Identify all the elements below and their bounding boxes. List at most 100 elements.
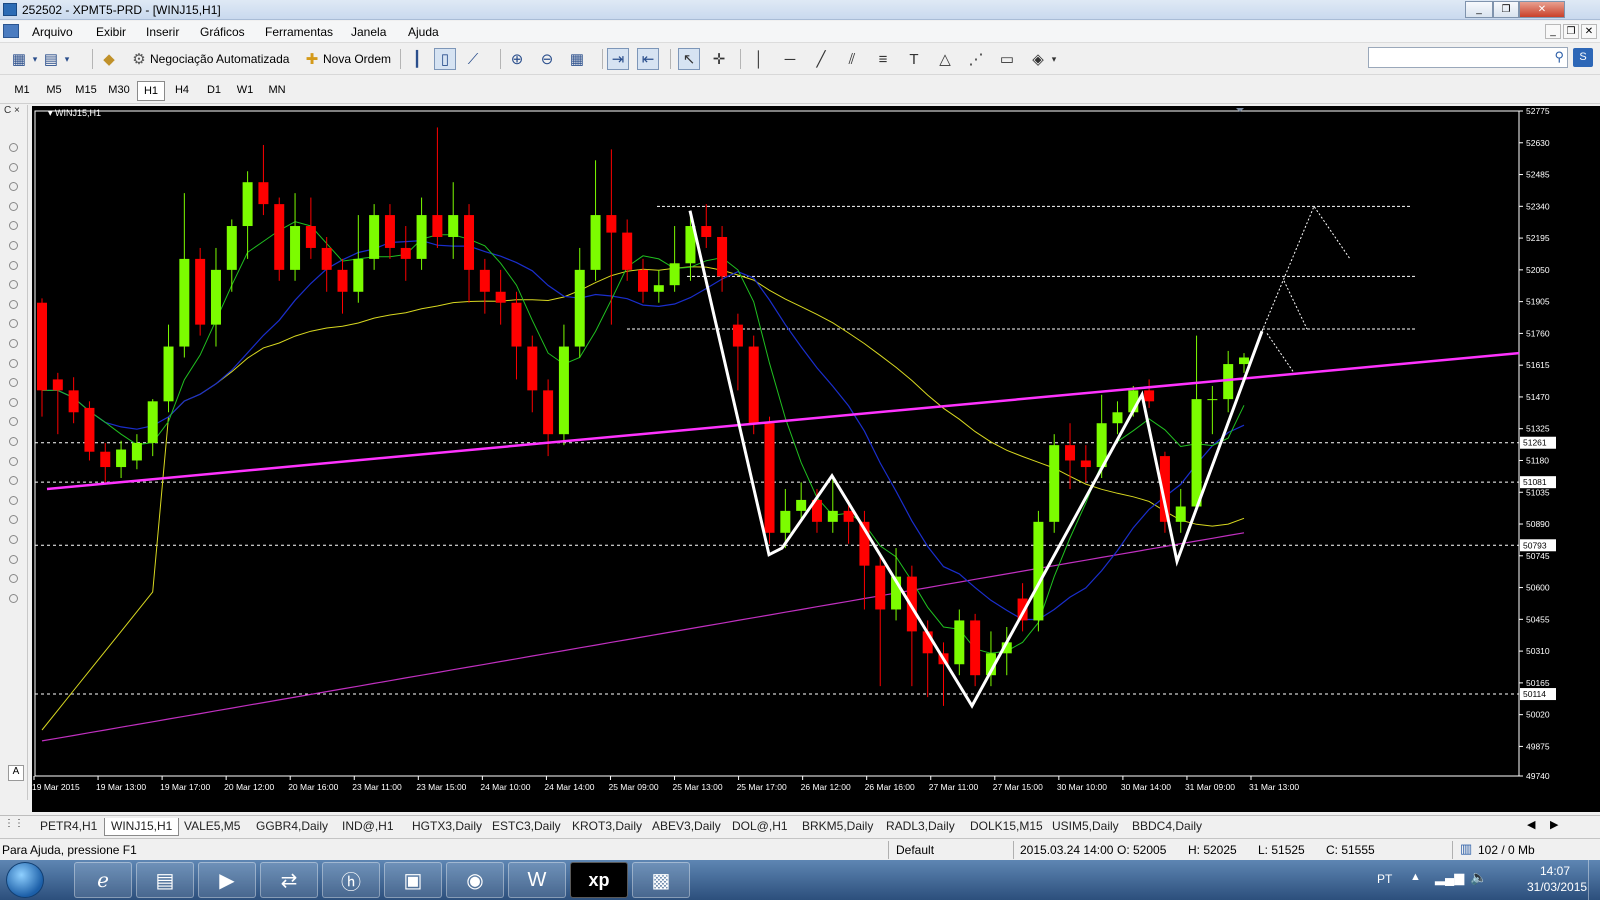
tray-expand-icon[interactable]: ▲ [1410,871,1421,883]
chrome-icon[interactable]: ◉ [446,862,504,898]
chart-shift-icon[interactable]: ⇤ [637,48,659,70]
zoom-out-icon[interactable]: ⊖ [536,48,558,70]
object-marker-icon[interactable] [9,417,18,427]
symbol-tab[interactable]: BBDC4,Daily [1126,818,1208,836]
vertical-line-icon[interactable]: │ [748,48,770,70]
object-marker-icon[interactable] [9,143,18,152]
timeframe-m30[interactable]: M30 [105,81,133,101]
chevron-down-icon[interactable]: ▾ [62,48,72,70]
search-icon[interactable]: ⚲ [1554,49,1564,65]
object-marker-icon[interactable] [9,299,18,309]
volume-icon[interactable]: 🔈 [1470,869,1487,886]
menu-graficos[interactable]: Gráficos [200,25,245,39]
object-marker-icon[interactable] [9,319,18,329]
close-button[interactable]: ✕ [1519,1,1565,18]
tabs-scroll-left-icon[interactable]: ◀ [1527,818,1535,831]
fibonacci-fan-icon[interactable]: ⋰ [965,48,987,70]
symbol-tab[interactable]: VALE5,M5 [178,818,246,836]
auto-trading-button[interactable]: ⚙ Negociação Automatizada [128,47,289,71]
object-marker-icon[interactable] [9,574,18,584]
clock-date[interactable]: 31/03/2015 [1527,880,1587,894]
object-marker-icon[interactable] [9,554,18,564]
shapes-icon[interactable]: ◈ [1027,48,1049,70]
tile-windows-icon[interactable]: ▦ [566,48,588,70]
triangle-icon[interactable]: △ [934,48,956,70]
symbol-tab[interactable]: DOLK15,M15 [964,818,1049,836]
object-marker-icon[interactable] [9,515,18,525]
timeframe-m5[interactable]: M5 [40,81,68,101]
media-player-icon[interactable]: ▶ [198,862,256,898]
timeframe-w1[interactable]: W1 [231,81,259,101]
language-indicator[interactable]: PT [1377,872,1392,886]
internet-explorer-icon[interactable]: ℯ [74,862,132,898]
symbol-tab[interactable]: IND@,H1 [336,818,400,836]
timeframe-h4[interactable]: H4 [168,81,196,101]
rectangle-icon[interactable]: ▭ [996,48,1018,70]
menu-janela[interactable]: Janela [351,25,386,39]
show-desktop-button[interactable] [1588,860,1600,900]
object-marker-icon[interactable] [9,495,18,505]
symbol-tab[interactable]: HGTX3,Daily [406,818,488,836]
tabs-scroll-right-icon[interactable]: ▶ [1550,818,1558,831]
symbol-tab[interactable]: GGBR4,Daily [250,818,334,836]
symbol-tab[interactable]: DOL@,H1 [726,818,794,836]
object-marker-icon[interactable] [9,339,18,348]
object-marker-icon[interactable] [9,241,18,250]
market-watch-icon[interactable]: ◆ [98,48,120,70]
file-explorer-icon[interactable]: ▤ [136,862,194,898]
symbol-tab[interactable]: BRKM5,Daily [796,818,879,836]
mdi-minimize-button[interactable]: _ [1545,24,1561,39]
autoscroll-icon[interactable]: ⇥ [607,48,629,70]
symbol-tab[interactable]: KROT3,Daily [566,818,648,836]
document-icon[interactable] [3,24,19,38]
network-icon[interactable]: ▂▄▆ [1435,870,1464,886]
candlestick-icon[interactable]: ▯ [434,48,456,70]
object-marker-icon[interactable] [9,378,18,388]
object-marker-icon[interactable] [9,280,18,290]
hp-app-icon[interactable]: ⓗ [322,862,380,898]
search-input[interactable]: ⚲ [1368,47,1568,68]
menu-inserir[interactable]: Inserir [146,25,179,39]
chevron-down-icon[interactable]: ▾ [1049,48,1059,70]
timeframe-m1[interactable]: M1 [8,81,36,101]
trendline-icon[interactable]: ╱ [810,48,832,70]
symbol-tab[interactable]: ESTC3,Daily [486,818,567,836]
object-marker-icon[interactable] [9,182,18,192]
chart-canvas[interactable]: ▾ WINJ15,H1 52775 52630 52485 52340 52195 5205… [32,106,1600,812]
object-marker-icon[interactable] [9,162,18,172]
object-marker-icon[interactable] [9,201,18,211]
object-marker-icon[interactable] [9,456,18,466]
menu-exibir[interactable]: Exibir [96,25,126,39]
symbol-tab[interactable]: USIM5,Daily [1046,818,1125,836]
mdi-close-button[interactable]: ✕ [1581,24,1597,39]
object-marker-icon[interactable] [9,476,18,486]
object-marker-icon[interactable] [9,437,18,446]
new-order-button[interactable]: ✚ Nova Ordem [301,47,391,71]
object-marker-icon[interactable] [9,397,18,407]
object-marker-icon[interactable] [9,593,18,603]
menu-arquivo[interactable]: Arquivo [32,25,73,39]
community-icon[interactable]: S [1573,48,1593,67]
zoom-in-icon[interactable]: ⊕ [506,48,528,70]
timeframe-h1[interactable]: H1 [137,81,165,101]
minimize-button[interactable]: _ [1465,1,1493,18]
symbol-tab[interactable]: RADL3,Daily [880,818,961,836]
profiles-icon[interactable]: ▤ [40,48,62,70]
crosshair-icon[interactable]: ✛ [708,48,730,70]
timeframe-m15[interactable]: M15 [72,81,100,101]
menu-ferramentas[interactable]: Ferramentas [265,25,333,39]
cursor-icon[interactable]: ↖ [678,48,700,70]
object-marker-icon[interactable] [9,221,18,231]
symbol-tab[interactable]: WINJ15,H1 [104,818,180,836]
auto-button[interactable]: A [8,765,24,781]
fibonacci-icon[interactable]: ≡ [872,48,894,70]
clock-time[interactable]: 14:07 [1540,864,1570,878]
chevron-down-icon[interactable]: ▾ [30,48,40,70]
archive-app-icon[interactable]: ▣ [384,862,442,898]
restore-button[interactable]: ❐ [1493,1,1519,18]
object-marker-icon[interactable] [9,260,18,270]
start-button[interactable] [6,862,44,898]
photo-app-icon[interactable]: ▩ [632,862,690,898]
horizontal-line-icon[interactable]: ─ [779,48,801,70]
timeframe-mn[interactable]: MN [263,81,291,101]
